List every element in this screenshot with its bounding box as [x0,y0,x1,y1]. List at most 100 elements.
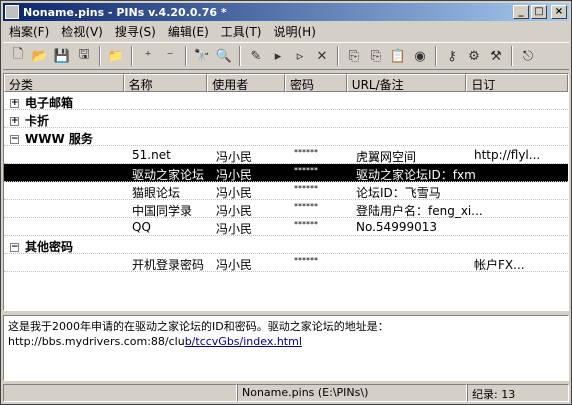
paste-icon[interactable]: 📋 [387,45,409,67]
group-label: − WWW 服务 [10,132,93,146]
menu-file[interactable]: 档案(F) [3,23,55,40]
entry-name: 猫眼论坛 [132,186,181,200]
expand-icon[interactable]: + [10,117,19,126]
toolbar-separator [99,46,101,66]
copy2-icon[interactable]: ⎘ [365,45,387,67]
toolbar: 🗋 📂 💾 🖫 📁 ⁺ ⁻ 🔭 🔍 ✎ ▸ ▹ ✕ ⎘ ⎘ 📋 ◉ ⚷ ⚙ ⚒ … [3,42,569,70]
entry-note: 虎翼网空间 [356,150,417,164]
col-url-note[interactable]: URL/备注 [346,74,467,92]
status-records: 纪录: 13 [467,384,569,402]
title-bar: Noname.pins - PINs v.4.20.0.76 * _ □ × [3,3,569,21]
entry-password: ****** [294,220,318,229]
new-file-icon[interactable]: 🗋 [7,45,29,67]
exit-icon[interactable]: ⎋ [517,45,539,67]
entry-user: 冯小民 [216,150,253,164]
table-row[interactable]: 猫眼论坛 冯小民 ****** 论坛ID：飞雪马 [4,182,568,200]
group-label: − 其他密码 [10,240,74,254]
entry-password: ****** [294,184,318,193]
close-button[interactable]: × [551,5,567,19]
maximize-button[interactable]: □ [531,5,547,19]
menu-help[interactable]: 说明(H) [268,23,322,40]
entry-name: 51.net [132,148,171,162]
toolbar-separator [511,46,513,66]
app-icon [5,5,19,19]
table-row[interactable]: QQ 冯小民 ****** No.54999013 [4,218,568,236]
entry-name: 中国同学录 [132,204,193,218]
entry-url: http://flyl... [474,148,541,162]
table-row[interactable]: 中国同学录 冯小民 ****** 登陆用户名：feng_xi... [4,200,568,218]
entries-table: 分类 名称 使用者 密码 URL/备注 日订 + 电子邮箱 + 卡折 − WWW 服务… [3,73,569,311]
toolbar-separator [337,46,339,66]
window-title: Noname.pins - PINs v.4.20.0.76 * [23,5,227,19]
edit-icon[interactable]: ✎ [245,45,267,67]
table-row[interactable]: 开机登录密码 冯小民 ****** 帐户FX... [4,254,568,272]
add-sub-icon[interactable]: ▹ [289,45,311,67]
col-user[interactable]: 使用者 [207,74,285,92]
notes-text: 这是我于2000年申请的在驱动之家论坛的ID和密码。驱动之家论坛的地址是： [8,320,389,333]
entry-password: ****** [294,148,318,157]
status-bar: Noname.pins (E:\PINs\) 纪录: 13 [3,384,569,402]
group-row[interactable]: − WWW 服务 [4,128,568,146]
col-category[interactable]: 分类 [4,74,124,92]
entry-name: 开机登录密码 [132,258,205,272]
settings-icon[interactable]: ⚒ [485,45,507,67]
col-date[interactable]: 日订 [466,74,568,92]
delete-icon[interactable]: ✕ [311,45,333,67]
toolbar-separator [435,46,437,66]
entry-user: 冯小民 [216,168,253,182]
entry-note: 登陆用户名：feng_xi... [356,204,483,218]
notes-panel[interactable]: 这是我于2000年申请的在驱动之家论坛的ID和密码。驱动之家论坛的地址是： ht… [3,315,569,381]
find-next-icon[interactable]: 🔍 [213,45,235,67]
web-icon[interactable]: ◉ [409,45,431,67]
entry-name: 驱动之家论坛 [132,168,205,182]
key-icon[interactable]: ⚷ [441,45,463,67]
open-folder-icon[interactable]: 📂 [29,45,51,67]
status-file: Noname.pins (E:\PINs\) [237,384,467,402]
menu-bar: 档案(F) 检视(V) 搜寻(S) 编辑(E) 工具(T) 说明(H) [3,22,569,40]
col-name[interactable]: 名称 [123,74,208,92]
add-item-icon[interactable]: ▸ [267,45,289,67]
table-row[interactable]: 51.net 冯小民 ****** 虎翼网空间 http://flyl... [4,146,568,164]
group-row[interactable]: − 其他密码 [4,236,568,254]
entry-password: ****** [294,202,318,211]
entry-user: 冯小民 [216,222,253,236]
entry-user: 冯小民 [216,204,253,218]
add-entry-icon[interactable]: ⁺ [137,45,159,67]
table-header: 分类 名称 使用者 密码 URL/备注 日订 [4,74,568,92]
entry-note: 论坛ID：飞雪马 [356,186,441,200]
menu-search[interactable]: 搜寻(S) [109,23,162,40]
menu-edit[interactable]: 编辑(E) [162,23,215,40]
collapse-icon[interactable]: − [10,243,19,252]
menu-view[interactable]: 检视(V) [55,23,109,40]
group-row[interactable]: + 卡折 [4,110,568,128]
copy-icon[interactable]: ⎘ [343,45,365,67]
find-icon[interactable]: 🔭 [191,45,213,67]
col-password[interactable]: 密码 [285,74,347,92]
group-label: + 卡折 [10,114,50,128]
group-row[interactable]: + 电子邮箱 [4,92,568,110]
entry-name: QQ [132,220,151,234]
remove-entry-icon[interactable]: ⁻ [159,45,181,67]
expand-icon[interactable]: + [10,99,19,108]
save-as-icon[interactable]: 🖫 [73,45,95,67]
app-window: Noname.pins - PINs v.4.20.0.76 * _ □ × 档… [0,0,572,405]
entry-password: ****** [294,166,318,175]
entry-password: ****** [294,256,318,265]
menu-tools[interactable]: 工具(T) [215,23,268,40]
toolbar-separator [131,46,133,66]
entry-user: 冯小民 [216,258,253,272]
table-row-selected[interactable]: 驱动之家论坛 冯小民 ****** 驱动之家论坛ID：fxm [4,164,568,182]
collapse-icon[interactable]: − [10,135,19,144]
entry-note: No.54999013 [356,220,437,234]
notes-link-underlined[interactable]: b/tccvGbs/index.html [185,335,302,348]
open-icon[interactable]: 📁 [105,45,127,67]
toolbar-separator [185,46,187,66]
entry-url: 帐户FX... [474,258,525,272]
entry-note: 驱动之家论坛ID：fxm [356,168,476,182]
password-gen-icon[interactable]: ⚙ [463,45,485,67]
notes-link[interactable]: http://bbs.mydrivers.com:88/club/tccvGbs… [8,334,564,349]
minimize-button[interactable]: _ [513,5,529,19]
save-icon[interactable]: 💾 [51,45,73,67]
entry-user: 冯小民 [216,186,253,200]
toolbar-separator [239,46,241,66]
